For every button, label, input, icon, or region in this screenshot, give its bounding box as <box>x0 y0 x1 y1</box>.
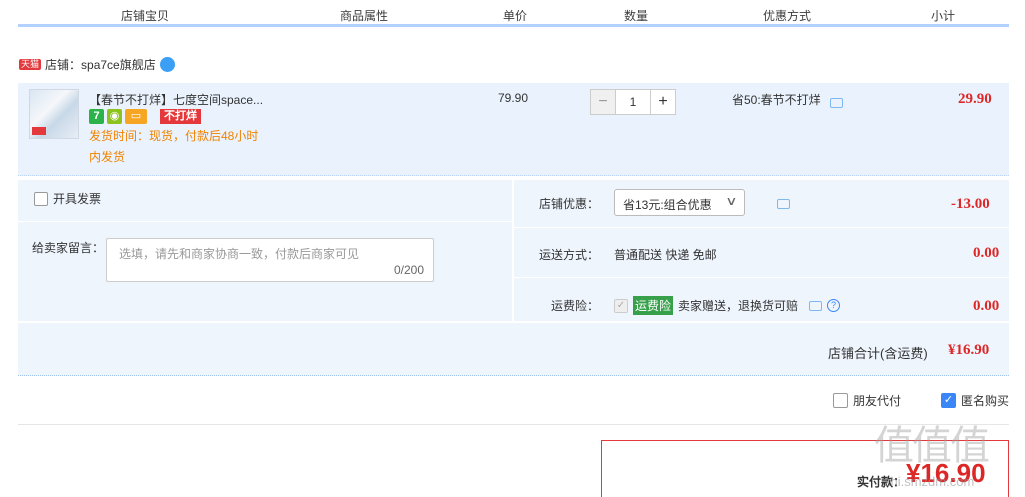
shop-row: 天猫 店铺：spa7ce旗舰店 <box>19 56 175 72</box>
shipping-label: 运送方式： <box>539 248 600 262</box>
ship-time: 发货时间：现货，付款后48小时 <box>89 129 259 143</box>
message-textarea[interactable]: 选填，请先和商家协商一致，付款后商家可见 0/200 <box>106 238 434 282</box>
insurance-checkbox: ✓ <box>614 298 628 313</box>
left-panel-divider <box>18 221 512 222</box>
insurance-text: 卖家赠送，退换货可赔 <box>678 299 799 313</box>
message-counter: 0/200 <box>393 263 424 277</box>
tmall-icon: 天猫 <box>19 58 42 70</box>
invoice-option[interactable]: 开具发票 <box>34 190 101 207</box>
shop-total-label: 店铺合计(含运费) <box>828 346 928 361</box>
quantity-stepper: − 1 + <box>590 89 676 115</box>
item-thumbnail[interactable] <box>29 89 79 139</box>
insurance-label: 运费险： <box>551 299 600 313</box>
increase-button[interactable]: + <box>650 89 676 115</box>
right-divider-1 <box>514 227 1009 228</box>
shop-total-value: ¥16.90 <box>948 342 990 358</box>
options-divider <box>18 424 1009 425</box>
invoice-checkbox[interactable] <box>34 191 48 206</box>
no-holiday-tag: 不打烊 <box>160 109 201 124</box>
watermark-logo: 值值值 <box>874 423 990 469</box>
promo-text: 省50:春节不打烊 <box>732 93 821 107</box>
promo-chat-icon[interactable] <box>830 98 843 108</box>
col-promotion: 优惠方式 <box>763 9 812 23</box>
friend-pay-option[interactable]: 朋友代付 <box>833 392 901 409</box>
decrease-button[interactable]: − <box>590 89 616 115</box>
shop-discount-amount: -13.00 <box>951 196 990 212</box>
insurance-tag: 运费险 <box>633 296 674 315</box>
watermark-url: zhi.smzdm.com <box>884 474 975 489</box>
insurance-chat-icon[interactable] <box>809 300 823 311</box>
col-subtotal: 小计 <box>931 9 956 23</box>
wangwang-chat-icon[interactable] <box>159 56 175 72</box>
shop-discount-select[interactable]: 省13元:组合优惠 ∨ <box>614 189 745 216</box>
shipping-value: 普通配送 快递 免邮 <box>614 248 717 262</box>
friend-pay-checkbox[interactable] <box>833 393 848 408</box>
credit-card-icon: ▭ <box>125 109 147 124</box>
quantity-input[interactable]: 1 <box>616 89 650 115</box>
seven-day-return-icon: 7 <box>89 109 104 124</box>
shop-name[interactable]: 店铺：spa7ce旗舰店 <box>45 56 156 73</box>
shop-discount-selected: 省13元:组合优惠 <box>623 198 712 212</box>
message-label: 给卖家留言： <box>32 241 105 255</box>
anonymous-option[interactable]: ✓ 匿名购买 <box>941 392 1009 409</box>
item-title[interactable]: 【春节不打烊】七度空间space... <box>89 91 263 108</box>
unit-price: 79.90 <box>498 91 529 105</box>
message-placeholder: 选填，请先和商家协商一致，付款后商家可见 <box>119 247 360 261</box>
ship-time-cont: 内发货 <box>89 150 126 164</box>
col-attributes: 商品属性 <box>340 9 389 23</box>
friend-pay-label: 朋友代付 <box>853 394 902 408</box>
item-service-icons: 7 ◉ ▭ 不打烊 <box>89 109 201 124</box>
right-divider-2 <box>514 277 1009 278</box>
anonymous-checkbox[interactable]: ✓ <box>941 393 956 408</box>
insurance-amount: 0.00 <box>973 298 1000 314</box>
guarantee-icon: ◉ <box>107 109 122 124</box>
anonymous-label: 匿名购买 <box>961 394 1010 408</box>
col-quantity: 数量 <box>624 9 649 23</box>
shipping-amount: 0.00 <box>973 245 1000 261</box>
shop-discount-label: 店铺优惠： <box>539 197 600 211</box>
discount-chat-icon[interactable] <box>777 199 791 209</box>
chevron-down-icon: ∨ <box>725 194 738 208</box>
col-shop-item: 店铺宝贝 <box>121 9 170 23</box>
insurance-row: ✓ 运费险 卖家赠送，退换货可赔 ? <box>614 296 841 315</box>
invoice-label: 开具发票 <box>53 192 102 206</box>
col-unit-price: 单价 <box>503 9 528 23</box>
item-subtotal: 29.90 <box>958 91 992 107</box>
help-icon[interactable]: ? <box>827 299 841 312</box>
header-divider <box>18 24 1009 27</box>
